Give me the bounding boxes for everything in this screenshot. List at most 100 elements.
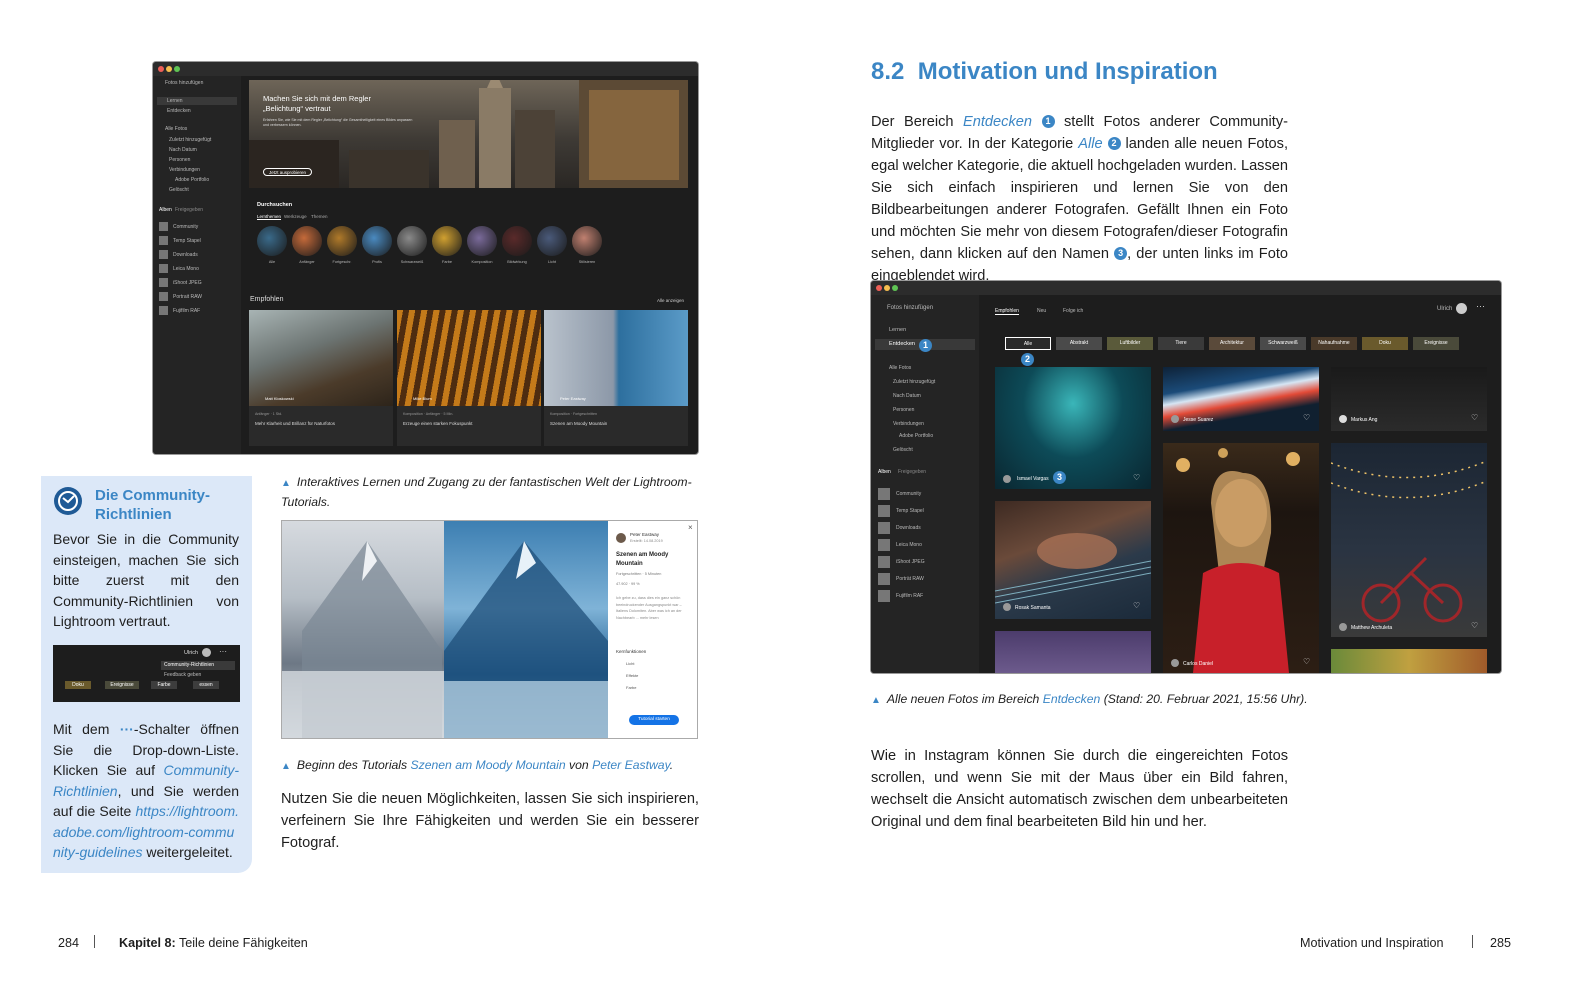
photo-author-link[interactable]: Rosak Samanta	[1015, 605, 1051, 611]
album-item[interactable]: Community	[173, 224, 198, 230]
topic-circle[interactable]	[537, 226, 567, 256]
mini-chip[interactable]: Ereignisse	[105, 681, 139, 689]
topic-circle[interactable]	[502, 226, 532, 256]
album-item[interactable]: Temp Stapel	[896, 508, 924, 514]
tab-following[interactable]: Folge ich	[1063, 308, 1083, 314]
photo-card[interactable]	[995, 631, 1151, 673]
all-photos-item[interactable]: Alle Fotos	[165, 126, 187, 132]
mini-chip[interactable]: Farbe	[151, 681, 177, 689]
heart-icon[interactable]: ♡	[1303, 657, 1310, 666]
recommended-card[interactable]: Peter Eastway Komposition · Fortgeschrit…	[544, 310, 688, 446]
heart-icon[interactable]: ♡	[1133, 473, 1140, 482]
sidebar-item[interactable]: Gelöscht	[893, 447, 913, 453]
category-chip[interactable]: Luftbilder	[1107, 337, 1153, 350]
tab-albums[interactable]: Alben	[878, 469, 891, 475]
photo-card[interactable]	[1331, 649, 1487, 673]
sidebar-item[interactable]: Gelöscht	[169, 187, 189, 193]
discover-item[interactable]: Entdecken	[889, 341, 915, 347]
photo-author-link[interactable]: Matthew Archuleta	[1351, 625, 1392, 631]
photo-card[interactable]: Rosak Samanta ♡	[995, 501, 1151, 619]
tab-albums[interactable]: Alben	[159, 207, 172, 213]
start-tutorial-button[interactable]: Tutorial starten	[629, 715, 679, 725]
album-item[interactable]: Fujifilm RAF	[173, 308, 200, 314]
all-photos-item[interactable]: Alle Fotos	[889, 365, 911, 371]
category-chip[interactable]: Architektur	[1209, 337, 1255, 350]
album-item[interactable]: Downloads	[896, 525, 921, 531]
photo-author-link[interactable]: Jesse Suarez	[1183, 417, 1213, 423]
close-icon[interactable]: ×	[688, 523, 693, 532]
category-chip[interactable]: Nahaufnahme	[1311, 337, 1357, 350]
album-item[interactable]: Leica Mono	[173, 266, 199, 272]
category-chip[interactable]: Doku	[1362, 337, 1408, 350]
card-author[interactable]: Peter Eastway	[560, 396, 586, 401]
album-item[interactable]: iShoot JPEG	[173, 280, 202, 286]
photo-author-link[interactable]: Markus Ang	[1351, 417, 1377, 423]
photo-card[interactable]: Carlos Daniel ♡	[1163, 443, 1319, 673]
album-item[interactable]: Community	[896, 491, 921, 497]
category-chip[interactable]: Abstrakt	[1056, 337, 1102, 350]
mini-user[interactable]: Ulrich	[184, 650, 198, 656]
album-item[interactable]: Portrait RAW	[173, 294, 202, 300]
heart-icon[interactable]: ♡	[1471, 413, 1478, 422]
album-item[interactable]: Leica Mono	[896, 542, 922, 548]
learn-item[interactable]: Lernen	[167, 98, 183, 104]
category-chip[interactable]: Tiere	[1158, 337, 1204, 350]
topic-circle[interactable]	[257, 226, 287, 256]
photo-card[interactable]: Ismael Vargas 3 ♡	[995, 367, 1151, 489]
tutorial-name-link[interactable]: Szenen am Moody Mountain	[411, 758, 566, 772]
card-author[interactable]: Matt Kloskowski	[265, 396, 294, 401]
album-item[interactable]: Porträt RAW	[896, 576, 924, 582]
sidebar-item[interactable]: Nach Datum	[169, 147, 197, 153]
more-icon[interactable]: ···	[1476, 301, 1485, 311]
sidebar-item[interactable]: Nach Datum	[893, 393, 921, 399]
mini-chip[interactable]: essen	[193, 681, 219, 689]
author-link[interactable]: Peter Eastway	[592, 758, 670, 772]
discover-link[interactable]: Entdecken	[1043, 692, 1101, 706]
topic-circle[interactable]	[362, 226, 392, 256]
tab-new[interactable]: Neu	[1037, 308, 1046, 314]
sidebar-item[interactable]: Personen	[169, 157, 190, 163]
category-chip[interactable]: Ereignisse	[1413, 337, 1459, 350]
add-photos-button[interactable]: Fotos hinzufügen	[887, 305, 933, 311]
album-item[interactable]: Temp Stapel	[173, 238, 201, 244]
sidebar-item[interactable]: Zuletzt hinzugefügt	[893, 379, 935, 385]
heart-icon[interactable]: ♡	[1471, 621, 1478, 630]
sidebar-item[interactable]: Zuletzt hinzugefügt	[169, 137, 211, 143]
sidebar-item[interactable]: Verbindungen	[893, 421, 924, 427]
topic-circle[interactable]	[467, 226, 497, 256]
heart-icon[interactable]: ♡	[1133, 601, 1140, 610]
sidebar-item[interactable]: Verbindungen	[169, 167, 200, 173]
photo-card[interactable]: Matthew Archuleta ♡	[1331, 443, 1487, 637]
mini-menu-feedback[interactable]: Feedback geben	[161, 672, 201, 678]
user-name[interactable]: Ulrich	[1437, 306, 1452, 312]
album-item[interactable]: iShoot JPEG	[896, 559, 925, 565]
topic-circle[interactable]	[327, 226, 357, 256]
tab-learning-topics[interactable]: Lernthemen	[257, 214, 282, 220]
topic-circle[interactable]	[292, 226, 322, 256]
card-author[interactable]: Mike Blum	[413, 396, 432, 401]
sidebar-item[interactable]: Adobe Portfolio	[175, 177, 209, 183]
tab-shared[interactable]: Freigegeben	[175, 207, 203, 213]
tutorial-author[interactable]: Peter Eastway	[630, 532, 659, 537]
all-link[interactable]: Alle	[1078, 136, 1102, 152]
photo-author-link[interactable]: Carlos Daniel	[1183, 661, 1213, 667]
more-icon[interactable]: ···	[219, 647, 227, 656]
discover-link[interactable]: Entdecken	[963, 114, 1032, 130]
album-item[interactable]: Fujifilm RAF	[896, 593, 923, 599]
album-item[interactable]: Downloads	[173, 252, 198, 258]
photo-card[interactable]: Markus Ang ♡	[1331, 367, 1487, 431]
mini-chip[interactable]: Doku	[65, 681, 91, 689]
sidebar-item[interactable]: Adobe Portfolio	[899, 433, 933, 439]
user-avatar[interactable]	[1456, 303, 1467, 314]
tab-themes[interactable]: Themen	[311, 214, 328, 219]
tab-tools[interactable]: Werkzeuge	[284, 214, 307, 219]
heart-icon[interactable]: ♡	[1303, 413, 1310, 422]
add-photos-button[interactable]: Fotos hinzufügen	[165, 80, 203, 86]
topic-circle[interactable]	[397, 226, 427, 256]
tab-recommended[interactable]: Empfohlen	[995, 308, 1019, 315]
category-chip[interactable]: Schwarzweiß	[1260, 337, 1306, 350]
sidebar-item[interactable]: Personen	[893, 407, 914, 413]
learn-item[interactable]: Lernen	[889, 327, 906, 333]
topic-circle[interactable]	[572, 226, 602, 256]
topic-circle[interactable]	[432, 226, 462, 256]
